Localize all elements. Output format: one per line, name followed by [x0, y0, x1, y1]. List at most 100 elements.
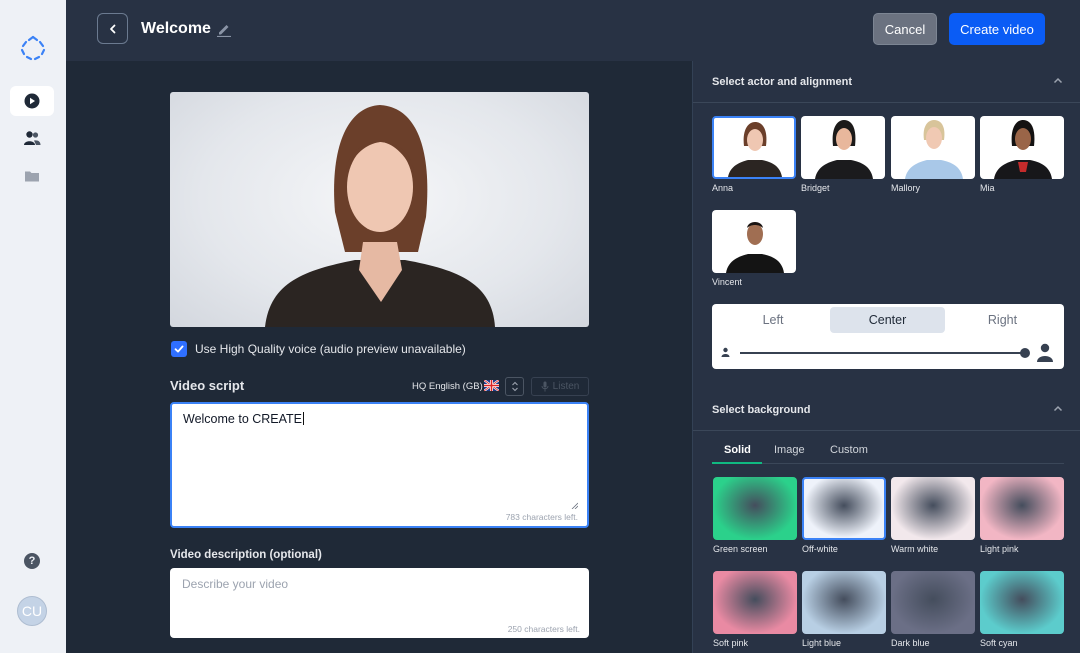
actor-anna-image [728, 122, 782, 177]
avatar[interactable]: CU [17, 596, 47, 626]
swatch-name: Soft cyan [980, 638, 1018, 648]
actor-name: Mallory [891, 183, 921, 193]
actor-preview-image [265, 105, 495, 327]
actor-card-mia[interactable]: Mia [980, 116, 1064, 193]
actor-thumbnail [712, 116, 796, 179]
actor-vincent-image [726, 222, 784, 273]
background-swatch[interactable]: Warm white [891, 477, 975, 554]
swatch-color [891, 571, 975, 634]
actor-thumbnail [712, 210, 796, 273]
background-swatch[interactable]: Soft pink [713, 571, 797, 648]
background-swatch[interactable]: Light pink [980, 477, 1064, 554]
resize-handle-icon[interactable] [571, 502, 578, 509]
people-icon [24, 131, 41, 145]
background-swatch[interactable]: Green screen [713, 477, 797, 554]
background-section-title: Select background [712, 404, 811, 416]
sidebar-item-files[interactable] [10, 161, 54, 191]
actor-section-title: Select actor and alignment [712, 76, 852, 88]
cancel-button[interactable]: Cancel [873, 13, 937, 45]
chevron-up-icon [1053, 405, 1063, 412]
video-preview [170, 92, 589, 327]
swatch-name: Off-white [802, 544, 838, 554]
swatch-name: Light blue [802, 638, 842, 648]
background-swatch[interactable]: Dark blue [891, 571, 975, 648]
uk-flag-icon [484, 380, 499, 391]
hq-voice-label: Use High Quality voice (audio preview un… [195, 342, 466, 356]
folder-icon [25, 171, 39, 182]
actor-size-slider-handle[interactable] [1020, 348, 1030, 358]
language-select-button[interactable] [505, 377, 524, 396]
actor-bridget-image [815, 120, 873, 179]
actor-size-slider[interactable] [740, 352, 1026, 354]
align-left-option[interactable]: Left [716, 307, 830, 333]
chevron-updown-icon [511, 381, 518, 392]
script-text: Welcome to CREATE [183, 412, 303, 426]
swatch-name: Green screen [713, 544, 768, 554]
swatch-name: Dark blue [891, 638, 930, 648]
tab-image[interactable]: Image [774, 444, 805, 456]
help-icon[interactable]: ? [24, 553, 40, 569]
actor-section-header[interactable]: Select actor and alignment [693, 61, 1080, 103]
actor-name: Bridget [801, 183, 830, 193]
person-large-icon [1037, 343, 1053, 362]
actor-name: Vincent [712, 277, 742, 287]
swatch-color [980, 571, 1064, 634]
swatch-color [713, 477, 797, 540]
back-button[interactable] [97, 13, 128, 44]
top-bar: Welcome Cancel Create video [66, 0, 1080, 61]
align-right-option[interactable]: Right [945, 307, 1060, 333]
description-input[interactable]: Describe your video 250 characters left. [170, 568, 589, 638]
swatch-color [713, 571, 797, 634]
description-char-count: 250 characters left. [507, 624, 580, 634]
active-tab-indicator [712, 462, 762, 464]
actor-mallory-image [905, 120, 963, 179]
swatch-color [802, 477, 886, 540]
background-swatch[interactable]: Off-white [802, 477, 886, 554]
swatch-color [891, 477, 975, 540]
actor-mia-image [994, 120, 1052, 179]
microphone-icon [541, 381, 549, 392]
actor-card-vincent[interactable]: Vincent [712, 210, 796, 287]
tab-solid[interactable]: Solid [724, 444, 751, 456]
swatch-name: Warm white [891, 544, 939, 554]
script-textarea[interactable]: Welcome to CREATE 783 characters left. [170, 402, 589, 528]
person-small-icon [721, 347, 730, 357]
hq-voice-row: Use High Quality voice (audio preview un… [171, 341, 466, 357]
page-title: Welcome [141, 20, 211, 37]
background-tabs: Solid Image Custom [712, 444, 1064, 464]
text-caret [303, 412, 305, 425]
swatch-color [802, 571, 886, 634]
sidebar-item-actors[interactable] [10, 123, 54, 153]
swatch-name: Light pink [980, 544, 1019, 554]
description-placeholder: Describe your video [182, 577, 289, 591]
language-label: HQ English (GB) [412, 381, 483, 392]
background-swatch[interactable]: Soft cyan [980, 571, 1064, 648]
actor-card-bridget[interactable]: Bridget [801, 116, 885, 193]
align-center-option[interactable]: Center [830, 307, 945, 333]
sidebar-item-videos[interactable] [10, 86, 54, 116]
logo-icon[interactable] [20, 35, 46, 61]
create-video-button[interactable]: Create video [949, 13, 1045, 45]
tab-custom[interactable]: Custom [830, 444, 868, 456]
swatch-color [980, 477, 1064, 540]
editor-main: Use High Quality voice (audio preview un… [66, 61, 692, 653]
hq-voice-checkbox[interactable] [171, 341, 187, 357]
listen-label: Listen [552, 381, 580, 392]
actor-name: Anna [712, 183, 734, 193]
description-label: Video description (optional) [170, 549, 322, 561]
script-char-count: 783 characters left. [505, 512, 578, 522]
background-swatch[interactable]: Light blue [802, 571, 886, 648]
pencil-icon[interactable] [216, 21, 232, 37]
left-sidebar: ? CU [0, 0, 66, 653]
script-label: Video script [170, 378, 245, 393]
actor-card-anna[interactable]: Anna [712, 116, 796, 193]
background-section-header[interactable]: Select background [693, 389, 1080, 431]
settings-panel: Select actor and alignment Anna Bridget [692, 61, 1080, 653]
chevron-up-icon [1053, 77, 1063, 84]
chevron-left-icon [109, 24, 115, 33]
actor-name: Mia [980, 183, 995, 193]
listen-button[interactable]: Listen [531, 377, 589, 396]
actor-card-mallory[interactable]: Mallory [891, 116, 975, 193]
swatch-name: Soft pink [713, 638, 749, 648]
actor-thumbnail [980, 116, 1064, 179]
